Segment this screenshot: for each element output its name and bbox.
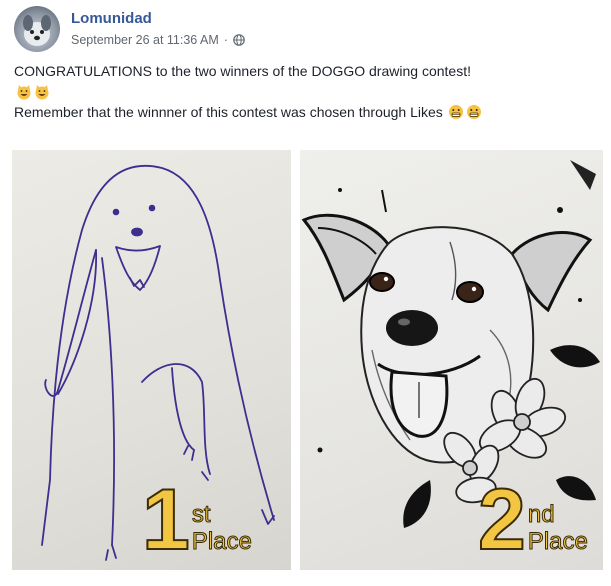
author-name[interactable]: Lomunidad [71, 9, 245, 29]
first-place-label: 1 st Place [141, 472, 252, 568]
grimacing-face-emoji-icon [448, 105, 463, 119]
avatar[interactable] [14, 6, 60, 52]
facebook-post: Lomunidad September 26 at 11:36 AM · CON… [0, 0, 611, 586]
second-place-label: 2 nd Place [477, 472, 588, 568]
post-header: Lomunidad September 26 at 11:36 AM · [14, 6, 245, 52]
globe-icon[interactable] [233, 34, 245, 46]
dog-avatar-icon [23, 15, 51, 46]
grinning-cat-emoji-icon [17, 85, 31, 100]
place-suffix: st [191, 501, 211, 528]
emoji-row [16, 82, 599, 102]
grimacing-face-emoji-icon [466, 105, 481, 119]
photo-2nd-place[interactable]: 2 nd Place [300, 150, 603, 570]
place-number: 1 [141, 472, 191, 568]
post-text: CONGRATULATIONS to the two winners of th… [14, 61, 599, 122]
place-suffix: nd [527, 501, 555, 528]
grinning-cat-emoji-icon [35, 85, 49, 100]
photo-1st-place[interactable]: 1 st Place [12, 150, 291, 570]
post-timestamp[interactable]: September 26 at 11:36 AM [71, 31, 219, 49]
place-number: 2 [477, 472, 527, 568]
meta-separator: · [223, 33, 228, 47]
place-word: Place [527, 528, 588, 556]
place-word: Place [191, 528, 252, 556]
post-text-line-1: CONGRATULATIONS to the two winners of th… [14, 63, 471, 79]
post-meta: September 26 at 11:36 AM · [71, 31, 245, 49]
photo-grid: 1 st Place 2 nd Place [0, 150, 611, 586]
post-text-line-2-text: Remember that the winnner of this contes… [14, 104, 443, 120]
post-text-line-2: Remember that the winnner of this contes… [14, 102, 599, 122]
